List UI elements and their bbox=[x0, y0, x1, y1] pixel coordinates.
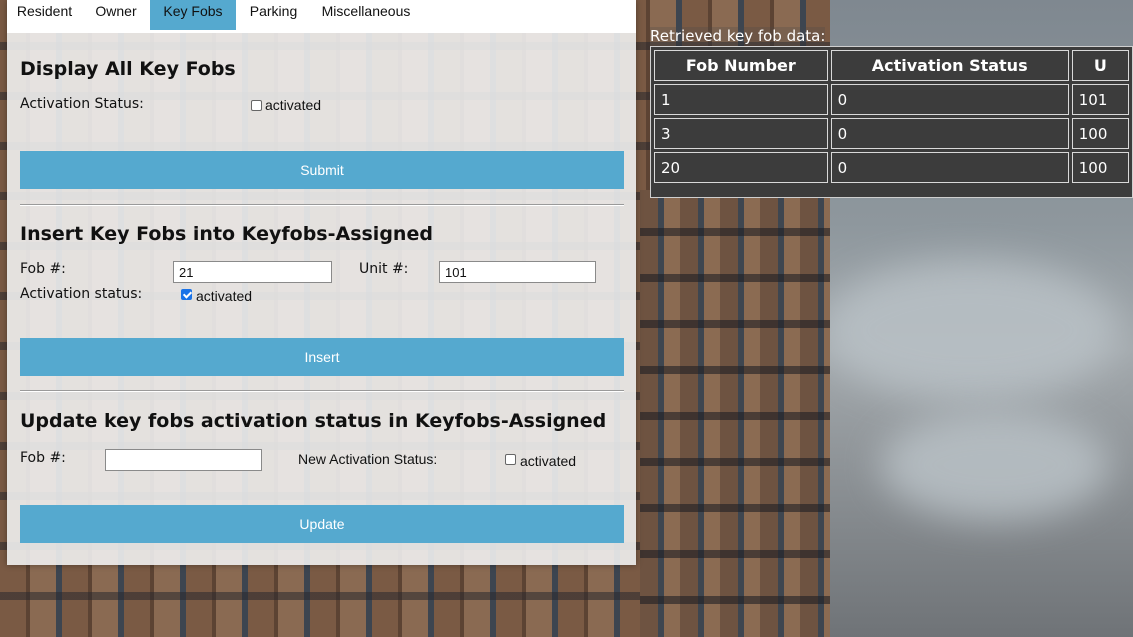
insert-activation-label: Activation status: bbox=[20, 286, 143, 302]
table-cell: 100 bbox=[1071, 118, 1129, 149]
table-cell: 20 bbox=[654, 152, 828, 183]
tab-miscellaneous[interactable]: Miscellaneous bbox=[311, 0, 421, 30]
section-divider bbox=[20, 390, 624, 392]
update-button[interactable]: Update bbox=[20, 505, 624, 543]
table-cell: 0 bbox=[830, 84, 1069, 115]
update-section-title: Update key fobs activation status in Key… bbox=[20, 410, 607, 432]
table-cell: 3 bbox=[654, 118, 828, 149]
update-activated-label: activated bbox=[520, 453, 577, 469]
tab-key-fobs[interactable]: Key Fobs bbox=[150, 0, 236, 30]
building-edge bbox=[640, 190, 830, 637]
table-row: 20 0 100 bbox=[654, 152, 1129, 183]
results-table-container: Fob Number Activation Status U 1 0 101 3… bbox=[650, 46, 1133, 198]
table-cell: 100 bbox=[1071, 152, 1129, 183]
insert-fob-input[interactable]: 21 bbox=[173, 261, 332, 283]
activation-status-label: Activation Status: bbox=[20, 96, 144, 112]
new-activation-status-label: New Activation Status: bbox=[298, 451, 438, 467]
submit-button[interactable]: Submit bbox=[20, 151, 624, 189]
update-fob-label: Fob #: bbox=[20, 450, 66, 466]
table-row: 1 0 101 bbox=[654, 84, 1129, 115]
table-header-row: Fob Number Activation Status U bbox=[654, 50, 1129, 81]
tab-resident[interactable]: Resident bbox=[7, 0, 82, 30]
cloud bbox=[820, 260, 1120, 400]
results-table: Fob Number Activation Status U 1 0 101 3… bbox=[651, 47, 1132, 186]
section-divider bbox=[20, 204, 624, 206]
insert-activated-label: activated bbox=[196, 288, 253, 304]
insert-unit-input[interactable]: 101 bbox=[439, 261, 596, 283]
column-header: U bbox=[1071, 50, 1129, 81]
insert-section-title: Insert Key Fobs into Keyfobs-Assigned bbox=[20, 223, 433, 245]
insert-unit-label: Unit #: bbox=[359, 261, 409, 277]
update-fob-input[interactable] bbox=[105, 449, 262, 471]
table-row: 3 0 100 bbox=[654, 118, 1129, 149]
tab-owner[interactable]: Owner bbox=[82, 0, 150, 30]
table-cell: 1 bbox=[654, 84, 828, 115]
update-activated-checkbox[interactable] bbox=[505, 454, 516, 465]
insert-activated-checkbox[interactable] bbox=[181, 289, 192, 300]
table-cell: 0 bbox=[830, 118, 1069, 149]
tab-bar: Resident Owner Key Fobs Parking Miscella… bbox=[7, 0, 636, 33]
table-cell: 0 bbox=[830, 152, 1069, 183]
display-section-title: Display All Key Fobs bbox=[20, 58, 236, 80]
form-panel: Resident Owner Key Fobs Parking Miscella… bbox=[7, 0, 636, 565]
table-cell: 101 bbox=[1071, 84, 1129, 115]
column-header: Fob Number bbox=[654, 50, 828, 81]
display-activated-checkbox[interactable] bbox=[251, 100, 262, 111]
insert-fob-label: Fob #: bbox=[20, 261, 66, 277]
tab-parking[interactable]: Parking bbox=[236, 0, 311, 30]
display-activated-label: activated bbox=[265, 97, 322, 113]
column-header: Activation Status bbox=[830, 50, 1069, 81]
results-title: Retrieved key fob data: bbox=[650, 27, 826, 45]
insert-button[interactable]: Insert bbox=[20, 338, 624, 376]
cloud bbox=[880, 410, 1110, 520]
